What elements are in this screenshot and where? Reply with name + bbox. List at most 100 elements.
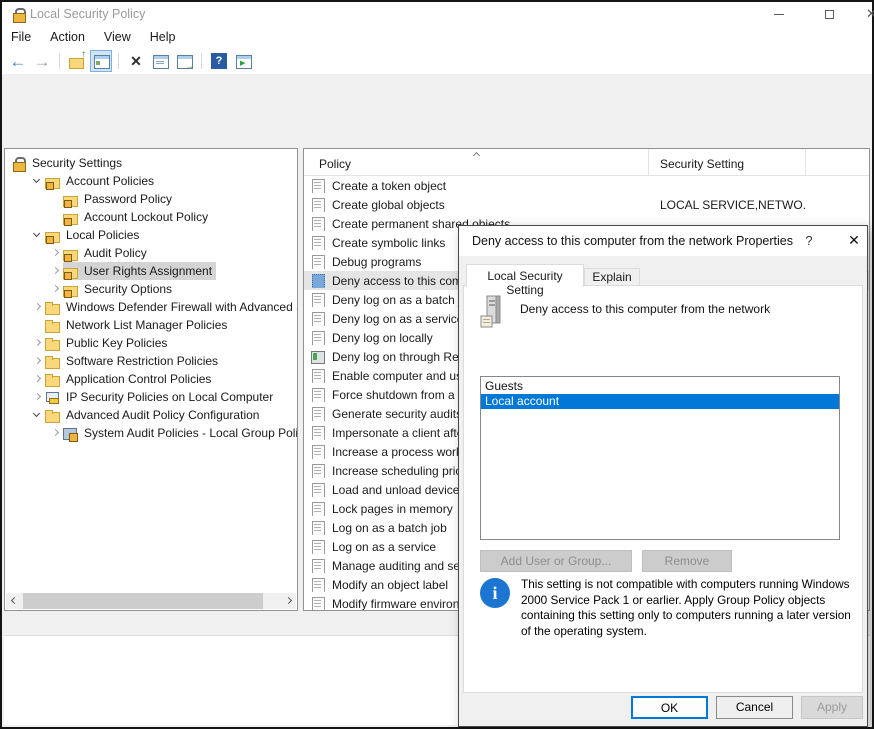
tree-item-label: Account Policies <box>66 174 154 188</box>
chevron-right-icon[interactable] <box>29 389 45 405</box>
chevron-right-icon[interactable] <box>47 281 63 297</box>
menu-help[interactable]: Help <box>150 30 176 44</box>
maximize-button[interactable] <box>814 2 844 26</box>
minimize-button[interactable] <box>764 2 794 26</box>
folder-icon <box>45 300 61 315</box>
tree-item[interactable]: Windows Defender Firewall with Advanced … <box>5 298 297 316</box>
dialog-titlebar: Deny access to this computer from the ne… <box>459 226 867 256</box>
help-icon[interactable] <box>208 50 230 72</box>
close-button[interactable]: ✕ <box>860 2 874 26</box>
menu-action[interactable]: Action <box>50 30 85 44</box>
policy-document-icon <box>311 330 327 345</box>
policy-label: Deny log on through Rem <box>332 350 469 364</box>
security-setting-cell: LOCAL SERVICE,NETWO... <box>649 198 806 212</box>
members-listbox[interactable]: GuestsLocal account <box>480 376 840 540</box>
toolbar-separator <box>118 53 119 69</box>
chevron-right-icon[interactable] <box>29 335 45 351</box>
dialog-close-icon[interactable]: ✕ <box>845 232 863 250</box>
new-window-icon[interactable] <box>232 50 254 72</box>
chevron-slot <box>29 317 45 333</box>
ipsec-icon <box>45 390 61 405</box>
chevron-right-icon[interactable] <box>47 263 63 279</box>
chevron-down-icon[interactable] <box>29 173 45 189</box>
tree-item[interactable]: Account Lockout Policy <box>5 208 297 226</box>
chevron-right-icon[interactable] <box>29 299 45 315</box>
policy-document-icon <box>311 216 327 231</box>
policy-document-icon <box>311 520 327 535</box>
tree-item[interactable]: Network List Manager Policies <box>5 316 297 334</box>
export-list-icon[interactable] <box>173 50 195 72</box>
policy-document-icon <box>311 254 327 269</box>
policy-document-icon <box>311 349 327 364</box>
tree-item[interactable]: IP Security Policies on Local Computer <box>5 388 297 406</box>
tree-item-label: Public Key Policies <box>66 336 167 350</box>
folder-icon <box>45 372 61 387</box>
chevron-down-icon[interactable] <box>29 407 45 423</box>
tree-item-label: Advanced Audit Policy Configuration <box>66 408 259 422</box>
tree-item[interactable]: Password Policy <box>5 190 297 208</box>
policy-label: Load and unload device d <box>332 483 469 497</box>
back-arrow-icon[interactable] <box>7 50 29 72</box>
show-console-tree-icon[interactable] <box>90 50 112 72</box>
policy-label: Deny log on locally <box>332 331 433 345</box>
tree-item[interactable]: User Rights Assignment <box>5 262 297 280</box>
dialog-title: Deny access to this computer from the ne… <box>472 234 793 248</box>
menu-view[interactable]: View <box>104 30 131 44</box>
forward-arrow-icon[interactable] <box>31 50 53 72</box>
policy-label: Increase a process workin <box>332 445 471 459</box>
dialog-help-icon[interactable]: ? <box>801 233 817 249</box>
up-one-level-icon[interactable] <box>66 50 88 72</box>
scroll-right-icon[interactable] <box>280 593 296 609</box>
tab-explain[interactable]: Explain <box>584 268 640 285</box>
cancel-button[interactable]: Cancel <box>716 696 793 719</box>
policy-row[interactable]: Create a token object <box>304 176 869 195</box>
folder-icon <box>45 336 61 351</box>
dialog-tab-page: Deny access to this computer from the ne… <box>463 285 863 693</box>
tree-item[interactable]: Advanced Audit Policy Configuration <box>5 406 297 424</box>
apply-button[interactable]: Apply <box>801 696 863 719</box>
delete-icon[interactable] <box>125 50 147 72</box>
tree-item[interactable]: Security Settings <box>5 154 297 172</box>
policy-label: Generate security audits <box>332 407 462 421</box>
menu-file[interactable]: File <box>11 30 31 44</box>
member-item[interactable]: Guests <box>481 379 839 394</box>
tree-item[interactable]: Security Options <box>5 280 297 298</box>
tree-item[interactable]: Audit Policy <box>5 244 297 262</box>
chevron-right-icon[interactable] <box>29 371 45 387</box>
add-user-or-group-button[interactable]: Add User or Group... <box>480 550 632 572</box>
policy-label: Debug programs <box>332 255 421 269</box>
policy-row[interactable]: Create global objectsLOCAL SERVICE,NETWO… <box>304 195 869 214</box>
policy-document-icon <box>311 463 327 478</box>
tab-local-security-setting[interactable]: Local Security Setting <box>466 264 584 287</box>
tree-item-label: Windows Defender Firewall with Advanced … <box>66 300 298 314</box>
chevron-down-icon[interactable] <box>29 227 45 243</box>
scrollbar-thumb[interactable] <box>23 593 263 609</box>
tree-horizontal-scrollbar[interactable] <box>6 593 296 609</box>
policy-document-icon <box>311 406 327 421</box>
tree-item-label: Account Lockout Policy <box>84 210 208 224</box>
tree-item-label: Security Settings <box>32 156 122 170</box>
tree-item[interactable]: Local Policies <box>5 226 297 244</box>
scroll-left-icon[interactable] <box>6 593 22 609</box>
member-item[interactable]: Local account <box>481 394 839 409</box>
column-header-security-setting[interactable]: Security Setting <box>649 149 806 175</box>
chevron-right-icon[interactable] <box>47 425 63 441</box>
tree-item[interactable]: Software Restriction Policies <box>5 352 297 370</box>
chevron-right-icon[interactable] <box>29 353 45 369</box>
tree-item[interactable]: Public Key Policies <box>5 334 297 352</box>
tree-item[interactable]: Application Control Policies <box>5 370 297 388</box>
tree-item[interactable]: Account Policies <box>5 172 297 190</box>
ok-button[interactable]: OK <box>631 696 708 719</box>
tree-item-label: Security Options <box>84 282 172 296</box>
folder-lock-icon <box>63 192 79 207</box>
remove-button[interactable]: Remove <box>642 550 732 572</box>
screenshot-frame: Local Security Policy ✕ FileActionViewHe… <box>0 0 874 729</box>
policy-document-icon <box>311 444 327 459</box>
folder-lock-icon <box>63 282 79 297</box>
properties-icon[interactable] <box>149 50 171 72</box>
policy-label: Modify an object label <box>332 578 448 592</box>
tree-item[interactable]: System Audit Policies - Local Group Poli… <box>5 424 297 442</box>
chevron-right-icon[interactable] <box>47 245 63 261</box>
tree-item-label: Application Control Policies <box>66 372 211 386</box>
policy-cell: Create a token object <box>304 178 649 193</box>
